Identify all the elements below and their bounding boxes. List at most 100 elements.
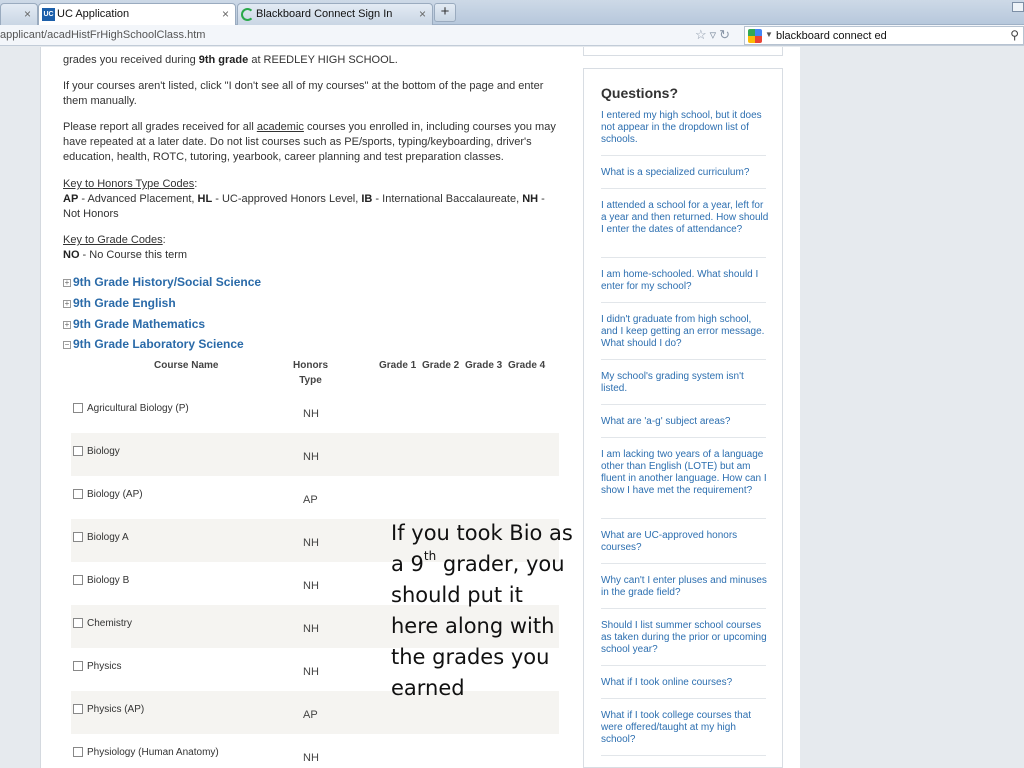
- honors-type: NH: [303, 623, 319, 635]
- divider: [601, 518, 766, 519]
- question-link[interactable]: I entered my high school, but it does no…: [601, 110, 769, 146]
- course-checkbox[interactable]: [73, 532, 83, 542]
- course-name: Biology B: [87, 575, 130, 586]
- question-link[interactable]: What are UC-approved honors courses?: [601, 530, 769, 554]
- honors-type: NH: [303, 408, 319, 420]
- divider: [601, 404, 766, 405]
- course-name: Physics (AP): [87, 704, 145, 715]
- browser-tab-previous[interactable]: ×: [0, 3, 38, 25]
- honors-type: NH: [303, 537, 319, 549]
- question-link[interactable]: I am lacking two years of a language oth…: [601, 449, 769, 497]
- dropdown-arrow-icon[interactable]: ▼: [765, 30, 773, 39]
- course-checkbox[interactable]: [73, 403, 83, 413]
- expand-icon[interactable]: +: [63, 321, 71, 329]
- question-link[interactable]: Should I list summer school courses as t…: [601, 620, 769, 656]
- course-name: Physics: [87, 661, 122, 672]
- section-english[interactable]: +9th Grade English: [63, 296, 176, 310]
- expand-icon[interactable]: +: [63, 300, 71, 308]
- section-history[interactable]: +9th Grade History/Social Science: [63, 275, 261, 289]
- col-header-grade-1: Grade 1: [379, 360, 417, 371]
- question-link[interactable]: I am home-schooled. What should I enter …: [601, 269, 769, 293]
- section-mathematics[interactable]: +9th Grade Mathematics: [63, 317, 205, 331]
- course-checkbox[interactable]: [73, 446, 83, 456]
- divider: [601, 437, 766, 438]
- table-row: Biology NH: [71, 433, 559, 476]
- col-header-course: Course Name: [154, 360, 219, 371]
- divider: [601, 755, 766, 756]
- window-restore-icon[interactable]: [1012, 2, 1024, 12]
- question-link[interactable]: What are 'a-g' subject areas?: [601, 416, 769, 428]
- sidebar-top-box: [583, 47, 783, 56]
- table-row: Physiology (Human Anatomy) NH: [71, 734, 559, 768]
- honors-type: AP: [303, 494, 318, 506]
- questions-title: Questions?: [601, 85, 679, 101]
- question-link[interactable]: My school's grading system isn't listed.: [601, 371, 769, 395]
- honors-type: NH: [303, 752, 319, 764]
- course-checkbox[interactable]: [73, 489, 83, 499]
- divider: [601, 155, 766, 156]
- course-name: Agricultural Biology (P): [87, 403, 189, 414]
- question-link[interactable]: What if I took college courses that were…: [601, 710, 769, 746]
- navigation-bar: applicant/acadHistFrHighSchoolClass.htm …: [0, 25, 1024, 46]
- tab-label: UC Application: [57, 8, 130, 20]
- tab-label: Blackboard Connect Sign In: [256, 8, 393, 20]
- collapse-icon[interactable]: −: [63, 341, 71, 349]
- search-input[interactable]: ▼ blackboard connect ed ⚲: [744, 26, 1024, 45]
- close-icon[interactable]: ×: [419, 7, 426, 21]
- divider: [601, 302, 766, 303]
- bookmark-star-icon[interactable]: ☆▿↻: [695, 27, 733, 43]
- divider: [601, 665, 766, 666]
- divider: [601, 563, 766, 564]
- col-header-grade-2: Grade 2: [422, 360, 460, 371]
- divider: [601, 359, 766, 360]
- expand-icon[interactable]: +: [63, 279, 71, 287]
- questions-panel: Questions? I entered my high school, but…: [583, 68, 783, 768]
- honors-key: Key to Honors Type Codes: AP - Advanced …: [63, 178, 545, 220]
- search-input-value[interactable]: blackboard connect ed: [776, 30, 887, 42]
- course-checkbox[interactable]: [73, 618, 83, 628]
- divider: [601, 188, 766, 189]
- close-icon[interactable]: ×: [24, 7, 31, 21]
- address-bar[interactable]: applicant/acadHistFrHighSchoolClass.htm: [0, 29, 205, 41]
- search-icon[interactable]: ⚲: [1010, 28, 1019, 42]
- uc-icon: UC: [42, 8, 55, 21]
- col-header-grade-3: Grade 3: [465, 360, 503, 371]
- blackboard-c-icon: [241, 8, 254, 21]
- table-row: Agricultural Biology (P) NH: [71, 390, 559, 433]
- close-icon[interactable]: ×: [222, 7, 229, 21]
- intro-text: grades you received during 9th grade at …: [63, 54, 398, 66]
- divider: [601, 257, 766, 258]
- question-link[interactable]: Why can't I enter pluses and minuses in …: [601, 575, 769, 599]
- question-link[interactable]: What if I took online courses?: [601, 677, 769, 689]
- question-link[interactable]: What is a specialized curriculum?: [601, 167, 769, 179]
- browser-tab-uc-application[interactable]: UC UC Application ×: [38, 3, 236, 26]
- table-row: Biology (AP) AP: [71, 476, 559, 519]
- course-checkbox[interactable]: [73, 704, 83, 714]
- col-header-honors: Honors Type: [293, 360, 328, 386]
- section-laboratory-science[interactable]: −9th Grade Laboratory Science: [63, 337, 244, 351]
- course-name: Chemistry: [87, 618, 133, 629]
- instructions-text: If your courses aren't listed, click "I …: [63, 80, 544, 107]
- course-checkbox[interactable]: [73, 575, 83, 585]
- honors-type: NH: [303, 451, 319, 463]
- course-name: Biology A: [87, 532, 129, 543]
- annotation-note: If you took Bio as a 9th grader, you sho…: [391, 521, 573, 700]
- course-checkbox[interactable]: [73, 747, 83, 757]
- grade-key: Key to Grade Codes: NO - No Course this …: [63, 234, 188, 261]
- question-link[interactable]: I didn't graduate from high school, and …: [601, 314, 769, 350]
- course-checkbox[interactable]: [73, 661, 83, 671]
- col-header-grade-4: Grade 4: [508, 360, 546, 371]
- honors-type: NH: [303, 666, 319, 678]
- browser-tab-blackboard[interactable]: Blackboard Connect Sign In ×: [237, 3, 433, 25]
- course-name: Biology (AP): [87, 489, 143, 500]
- report-grades-text: Please report all grades received for al…: [63, 121, 556, 163]
- course-name: Biology: [87, 446, 120, 457]
- question-link[interactable]: I attended a school for a year, left for…: [601, 200, 769, 236]
- honors-type: AP: [303, 709, 318, 721]
- divider: [601, 698, 766, 699]
- google-icon[interactable]: [748, 29, 762, 43]
- divider: [601, 608, 766, 609]
- honors-type: NH: [303, 580, 319, 592]
- new-tab-button[interactable]: +: [434, 3, 456, 22]
- page-content: grades you received during 9th grade at …: [40, 47, 800, 768]
